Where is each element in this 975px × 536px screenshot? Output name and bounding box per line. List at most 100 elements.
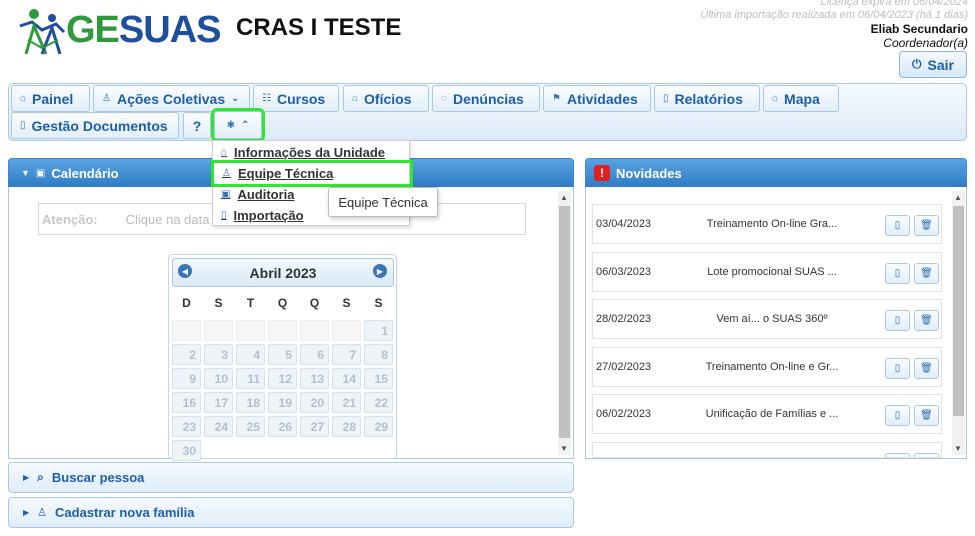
home-icon: ⌂ [772,93,779,104]
calendar-day[interactable]: 29 [364,416,393,437]
dropdown-item-equipe-tecnica[interactable]: ♙ Equipe Técnica [211,160,413,187]
bank-icon: ⌂ [352,93,359,104]
calendar-day[interactable]: 10 [204,368,233,389]
calendar-empty-cell [332,320,361,341]
caret-down-icon: ▼ [21,168,30,178]
menu-relatorios[interactable]: ▯ Relatórios [654,85,760,112]
next-month-icon[interactable]: ▶ [373,264,387,278]
calendar-day[interactable]: 16 [172,392,201,413]
calendar-empty-cell [172,320,201,341]
calendar-day[interactable]: 22 [364,392,393,413]
menu-mapa[interactable]: ⌂ Mapa [763,85,839,112]
calendar-day[interactable]: 12 [268,368,297,389]
calendar-day[interactable]: 24 [204,416,233,437]
calendar-day[interactable]: 5 [268,344,297,365]
calendar-day[interactable]: 20 [300,392,329,413]
delete-news-button[interactable]: 🗑 [914,215,939,236]
delete-news-button[interactable]: 🗑 [914,405,939,426]
new-family-panel[interactable]: ▶ ♙ Cadastrar nova família [8,497,574,528]
view-news-button[interactable]: ▯ [885,357,910,379]
scroll-thumb[interactable] [953,206,964,416]
news-scrollbar[interactable]: ▲ ▼ [952,191,965,455]
logo-text-green: GE [66,9,120,51]
calendar-day[interactable]: 23 [172,416,201,437]
news-title: Treinamento On-line Gra... [706,218,838,230]
calendar-day[interactable]: 15 [364,368,393,389]
calendar-day[interactable]: 7 [332,344,361,365]
calendar-day[interactable]: 8 [364,344,393,365]
calendar-day[interactable]: 3 [204,344,233,365]
news-panel-header: ! Novidades [585,158,967,188]
power-icon: ⏻ [912,57,922,71]
user-name: Eliab Secundario [870,22,968,36]
document-icon: ▯ [20,120,26,131]
news-title: Treinamento On-line e Gr... [705,360,839,373]
news-item: 03/04/2023 Treinamento On-line Gra... ▯ 🗑 [592,204,942,244]
gesuas-logo [19,9,66,55]
weekday-label: Q [309,296,320,310]
calendar-day[interactable]: 25 [236,416,265,437]
menu-atividades[interactable]: ⚑ Atividades [543,85,651,112]
calendar-day[interactable]: 19 [268,392,297,413]
delete-news-button[interactable]: 🗑 [914,452,939,458]
calendar-day[interactable]: 21 [332,392,361,413]
calendar-day[interactable]: 13 [300,368,329,389]
document-icon: ▯ [663,93,669,104]
menu-oficios[interactable]: ⌂ Ofícios [343,85,429,112]
weekday-label: T [246,296,255,310]
calendar-day[interactable]: 17 [204,392,233,413]
search-icon: ⌕ [37,470,44,484]
calendar-day[interactable]: 28 [332,416,361,437]
menu-gestao-documentos[interactable]: ▯ Gestão Documentos [11,112,179,139]
menu-acoes-coletivas[interactable]: ♙ Ações Coletivas ⌄ [93,85,250,112]
calendar-icon: ▣ [221,189,231,200]
scroll-down-icon: ▼ [560,444,568,453]
license-info: Licença expira em 06/04/2024 Última impo… [700,0,968,22]
calendar-day[interactable]: 9 [172,368,201,389]
calendar-day[interactable]: 2 [172,344,201,365]
unit-title: CRAS I TESTE [236,14,402,41]
dropdown-item-informacoes[interactable]: ⌂ Informações da Unidade [213,142,411,163]
chevron-down-icon: ⌄ [231,93,240,104]
menu-settings[interactable]: ✱ ⌃ [211,108,265,142]
calendar-day[interactable]: 6 [300,344,329,365]
view-news-button[interactable]: ▯ [885,405,910,426]
news-item: 03/02/2023DESAFIO GESUAS 2023 ▯ 🗑 [592,441,942,458]
course-icon: ☷ [262,93,271,104]
flag-icon: ⚑ [552,93,561,104]
menu-help[interactable]: ? [183,112,211,139]
delete-news-button[interactable]: 🗑 [914,357,939,379]
scroll-up-icon: ▲ [954,193,962,202]
news-item: 27/02/2023 Treinamento On-line e Gr... ▯ 🗑 [592,346,942,387]
calendar-day[interactable]: 11 [236,368,265,389]
menu-denuncias[interactable]: ◌ Denúncias [432,85,540,112]
calendar-day[interactable]: 27 [300,416,329,437]
scroll-thumb[interactable] [559,206,570,438]
logout-button[interactable]: ⏻ Sair [899,51,967,78]
search-person-panel[interactable]: ▶ ⌕ Buscar pessoa [8,462,574,493]
calendar-day[interactable]: 14 [332,368,361,389]
menu-painel[interactable]: ⌂ Painel [11,85,90,112]
news-title: Unificação de Famílias e ... [705,408,839,420]
view-news-button[interactable]: ▯ [885,310,910,331]
calendar-scrollbar[interactable]: ▲ ▼ [558,191,571,455]
menu-cursos[interactable]: ☷ Cursos [253,85,339,112]
view-news-button[interactable]: ▯ [885,215,910,236]
view-news-button[interactable]: ▯ [885,262,910,284]
view-news-button[interactable]: ▯ [885,452,910,458]
caret-right-icon: ▶ [23,473,30,482]
user-role: Coordenador(a) [883,36,968,50]
document-icon: ▯ [221,210,227,221]
calendar-day[interactable]: 1 [364,320,393,341]
delete-news-button[interactable]: 🗑 [914,310,939,331]
prev-month-icon[interactable]: ◀ [178,264,192,278]
calendar-icon: ▣ [35,167,46,179]
calendar-day[interactable]: 18 [236,392,265,413]
logo-text-blue: SUAS [118,9,222,51]
calendar-day[interactable]: 30 [172,440,201,461]
gear-icon: ✱ [226,119,235,131]
calendar-day[interactable]: 4 [236,344,265,365]
delete-news-button[interactable]: 🗑 [914,262,939,284]
chevron-up-icon: ⌃ [241,119,250,131]
calendar-day[interactable]: 26 [268,416,297,437]
